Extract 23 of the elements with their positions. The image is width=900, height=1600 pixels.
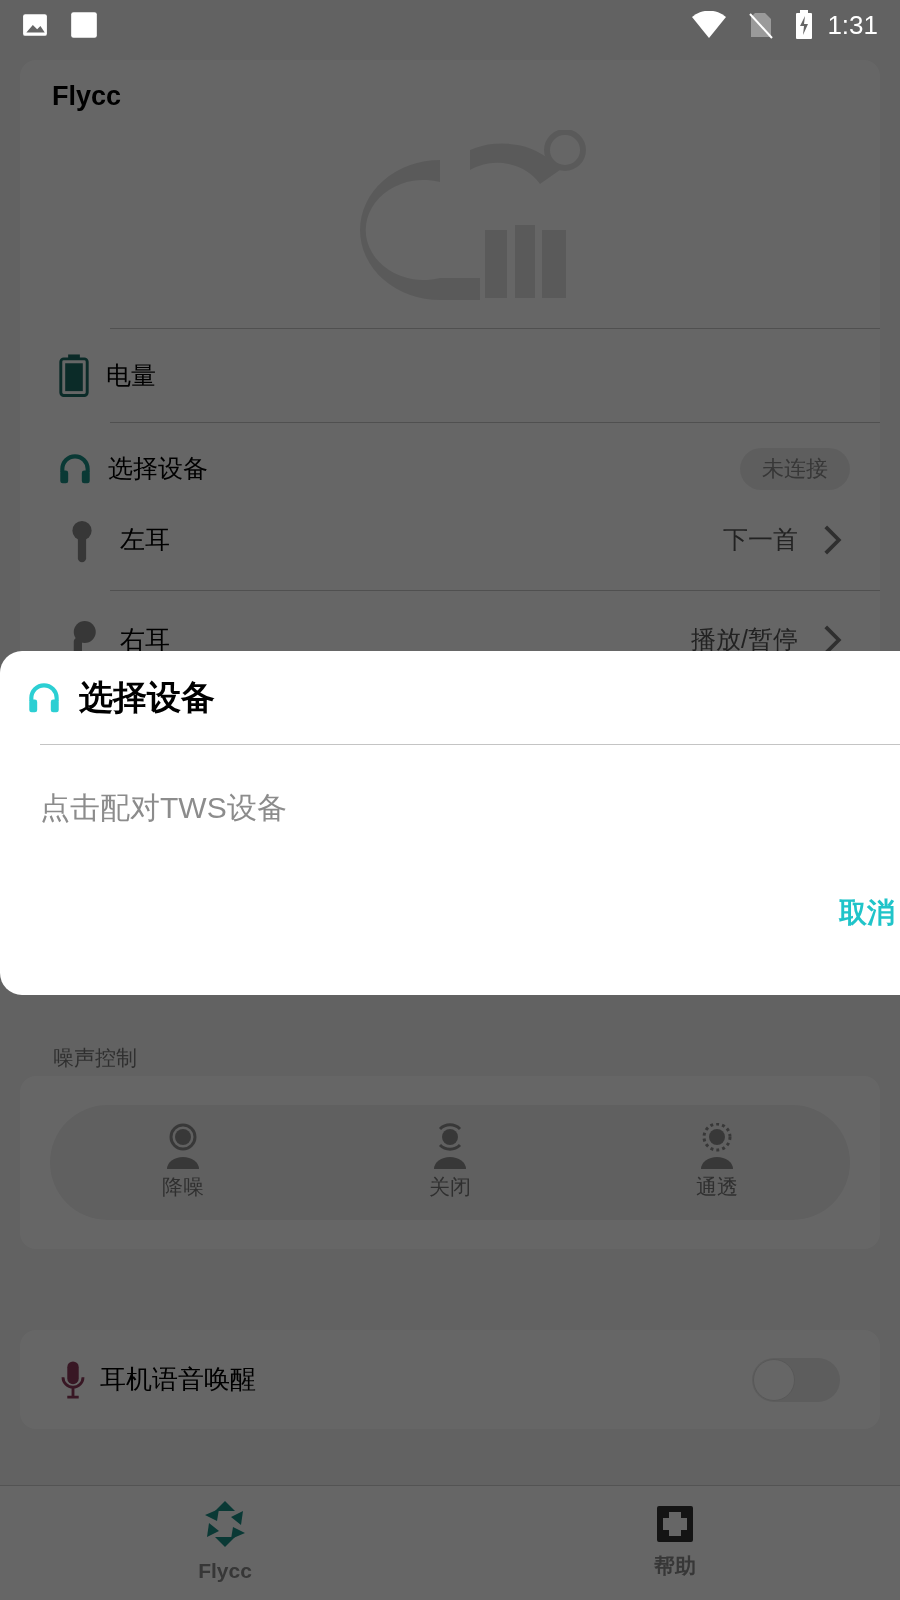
row-label: 左耳 [120, 524, 170, 555]
chevron-right-icon [822, 524, 844, 556]
row-label: 选择设备 [108, 453, 208, 484]
row-value: 播放/暂停 [691, 624, 798, 652]
dialog-message: 点击配对TWS设备 [39, 790, 288, 826]
row-label: 电量 [106, 359, 156, 391]
image-icon [22, 12, 48, 38]
dialog-title: 选择设备 [79, 677, 215, 718]
row-value: 下一首 [723, 524, 798, 555]
no-sim-icon [749, 11, 774, 39]
chevron-right-icon [822, 624, 844, 652]
row-label: 右耳 [120, 624, 170, 652]
square-icon [70, 11, 98, 39]
setting-row[interactable]: 左耳 下一首 [20, 515, 880, 590]
cancel-button[interactable]: 取消 [839, 892, 895, 934]
clock: 1:31 [827, 8, 878, 42]
battery-charging-icon [795, 10, 814, 40]
setting-row[interactable]: 右耳 播放/暂停 [20, 591, 880, 652]
setting-label: 耳机语音唤醒 [100, 1363, 256, 1396]
help-icon [655, 1504, 695, 1545]
battery-icon [56, 353, 92, 398]
wifi-icon [691, 11, 728, 39]
app-title: Flycc [52, 80, 122, 113]
